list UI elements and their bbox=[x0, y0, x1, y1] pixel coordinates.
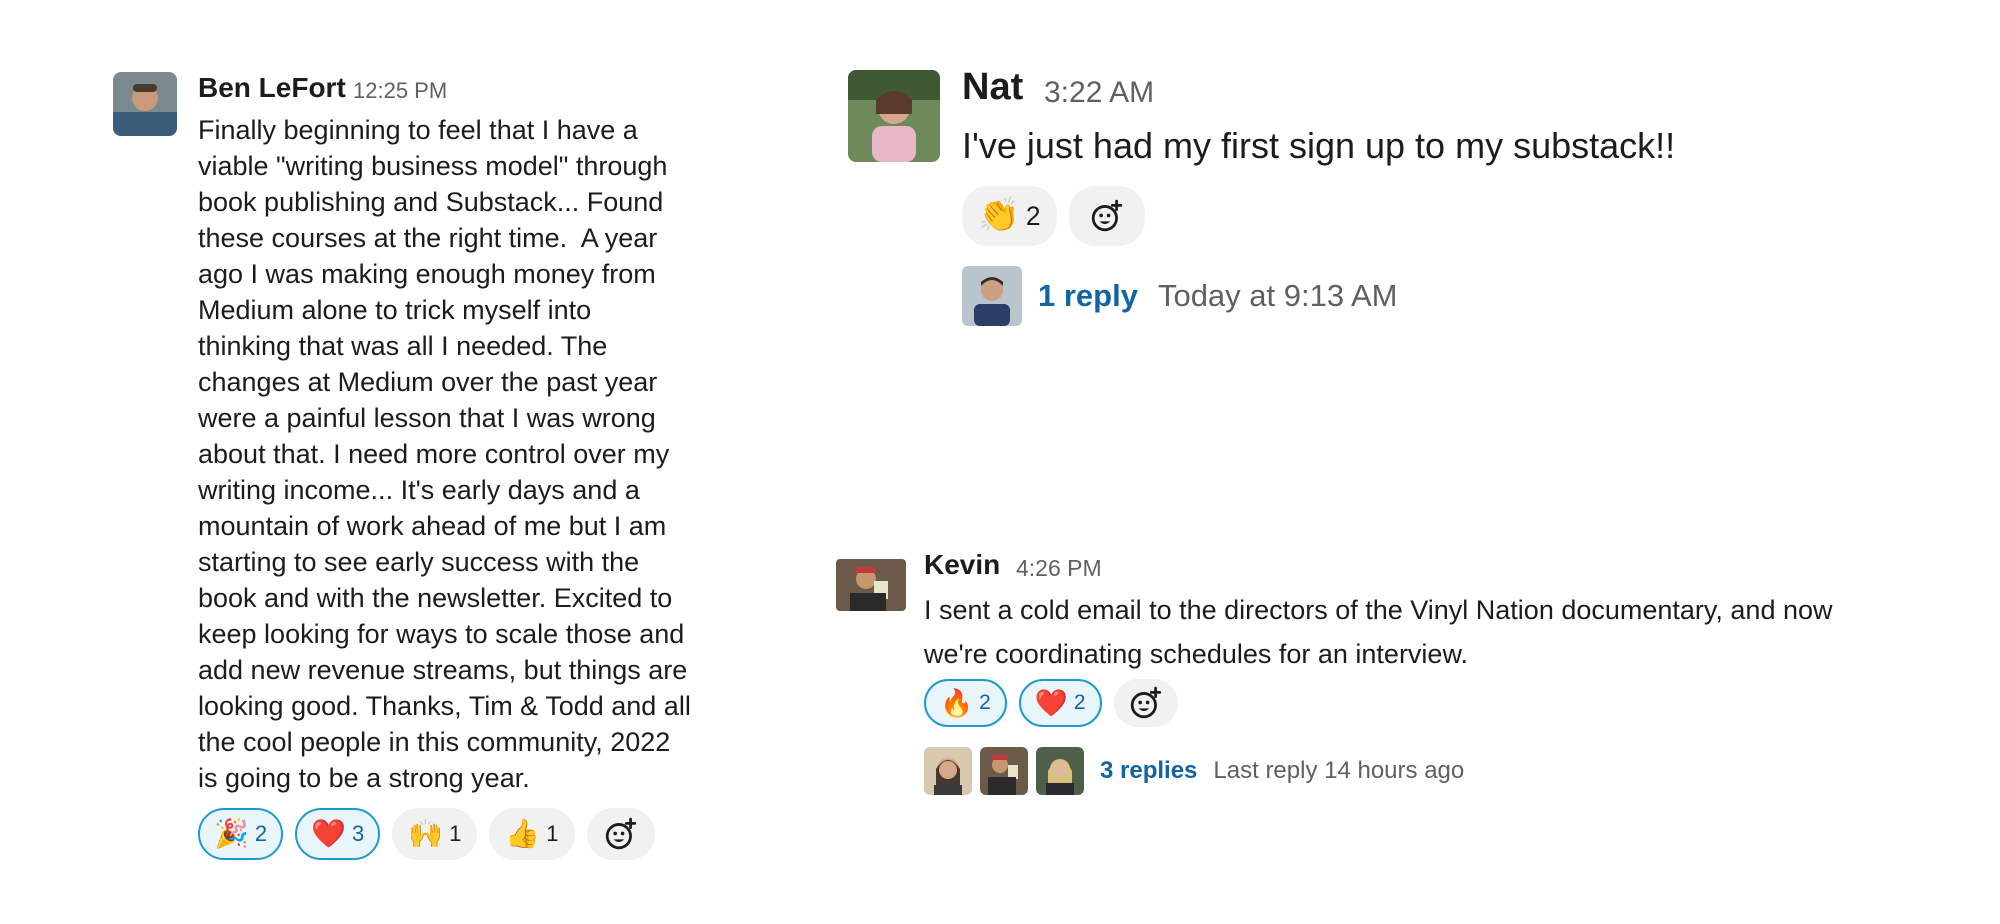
message-line: mountain of work ahead of me but I am bbox=[198, 511, 667, 541]
thread-avatar bbox=[1036, 747, 1084, 795]
reaction-bar: 👏 2 bbox=[962, 186, 1145, 246]
reaction-button[interactable]: ❤️ 2 bbox=[1018, 679, 1102, 727]
message-line: book publishing and Substack... Found bbox=[198, 187, 664, 217]
author-name[interactable]: Ben LeFort bbox=[198, 72, 346, 104]
reaction-emoji-icon: ❤️ bbox=[1034, 687, 1068, 718]
reaction-count: 2 bbox=[1025, 200, 1041, 231]
thread-last-reply: Last reply 14 hours ago bbox=[1213, 757, 1465, 784]
add-reaction-icon bbox=[605, 817, 636, 850]
reaction-emoji-icon: 🔥 bbox=[940, 687, 974, 718]
message-line: about that. I need more control over my bbox=[198, 439, 670, 469]
timestamp[interactable]: 3:22 AM bbox=[1044, 76, 1154, 110]
add-reaction-icon bbox=[1091, 199, 1122, 232]
message-line: the cool people in this community, 2022 bbox=[198, 727, 671, 757]
thread-avatar bbox=[924, 747, 972, 795]
message-line: Finally beginning to feel that I have a bbox=[198, 115, 638, 145]
reaction-emoji-icon: ❤️ bbox=[311, 818, 346, 849]
message-line: I sent a cold email to the directors of … bbox=[924, 595, 1833, 625]
reaction-emoji-icon: 👍 bbox=[505, 818, 541, 849]
message-line: we're coordinating schedules for an inte… bbox=[924, 639, 1468, 669]
message-line: keep looking for ways to scale those and bbox=[198, 619, 685, 649]
message-line: these courses at the right time. A year bbox=[198, 223, 658, 253]
avatar-nat[interactable] bbox=[848, 70, 940, 162]
thread-replies-link[interactable]: 3 replies bbox=[1100, 757, 1197, 785]
add-reaction-icon bbox=[1130, 686, 1161, 719]
message-line: Medium alone to trick myself into bbox=[198, 295, 592, 325]
reaction-emoji-icon: 🙌 bbox=[408, 818, 444, 849]
message-line: is going to be a strong year. bbox=[198, 763, 530, 793]
reaction-count: 2 bbox=[254, 821, 268, 846]
reaction-count: 2 bbox=[1073, 691, 1086, 714]
reaction-emoji-icon: 🎉 bbox=[214, 818, 249, 849]
message-body: I sent a cold email to the directors of … bbox=[924, 588, 1833, 676]
reaction-count: 1 bbox=[546, 821, 559, 846]
reaction-button[interactable]: 🙌 1 bbox=[392, 808, 478, 860]
message-line: changes at Medium over the past year bbox=[198, 367, 658, 397]
avatar-kevin[interactable] bbox=[836, 559, 906, 611]
thread-avatar bbox=[980, 747, 1028, 795]
add-reaction-button[interactable] bbox=[1113, 679, 1178, 727]
reaction-button[interactable]: 🔥 2 bbox=[924, 679, 1007, 727]
author-name[interactable]: Nat bbox=[962, 66, 1023, 109]
add-reaction-button[interactable] bbox=[586, 808, 655, 860]
timestamp[interactable]: 4:26 PM bbox=[1016, 555, 1102, 582]
reaction-button[interactable]: 👏 2 bbox=[962, 186, 1057, 246]
message-line: ago I was making enough money from bbox=[198, 259, 656, 289]
message-line: looking good. Thanks, Tim & Todd and all bbox=[198, 691, 691, 721]
thread-last-reply: Today at 9:13 AM bbox=[1157, 278, 1398, 313]
reaction-count: 2 bbox=[979, 691, 991, 714]
reaction-count: 1 bbox=[449, 821, 462, 846]
message-line: writing income... It's early days and a bbox=[198, 475, 640, 505]
reaction-button[interactable]: ❤️ 3 bbox=[295, 808, 381, 860]
message-line: thinking that was all I needed. The bbox=[198, 331, 608, 361]
reaction-button[interactable]: 👍 1 bbox=[489, 808, 575, 860]
message-line: add new revenue streams, but things are bbox=[198, 655, 688, 685]
add-reaction-button[interactable] bbox=[1068, 186, 1145, 246]
message-line: book and with the newsletter. Excited to bbox=[198, 583, 673, 613]
message-line: viable "writing business model" through bbox=[198, 151, 668, 181]
message-body: Finally beginning to feel that I have a v… bbox=[198, 112, 691, 796]
message-line: were a painful lesson that I was wrong bbox=[198, 403, 656, 433]
reaction-bar: 🔥 2 ❤️ 2 bbox=[924, 679, 1178, 727]
thread-summary[interactable]: 1 reply Today at 9:13 AM bbox=[962, 266, 1398, 326]
message-line: starting to see early success with the bbox=[198, 547, 640, 577]
reaction-emoji-icon: 👏 bbox=[978, 197, 1020, 235]
thread-replies-link[interactable]: 1 reply bbox=[1038, 278, 1138, 314]
reaction-bar: 🎉 2 ❤️ 3 🙌 1 👍 1 bbox=[198, 808, 655, 860]
reaction-button[interactable]: 🎉 2 bbox=[198, 808, 284, 860]
thread-avatar bbox=[962, 266, 1022, 326]
avatar-ben[interactable] bbox=[113, 72, 177, 136]
author-name[interactable]: Kevin bbox=[924, 549, 1000, 581]
message-body: I've just had my first sign up to my sub… bbox=[962, 125, 1676, 166]
thread-summary[interactable]: 3 replies Last reply 14 hours ago bbox=[924, 747, 1464, 795]
timestamp[interactable]: 12:25 PM bbox=[353, 78, 447, 104]
reaction-count: 3 bbox=[352, 821, 365, 846]
